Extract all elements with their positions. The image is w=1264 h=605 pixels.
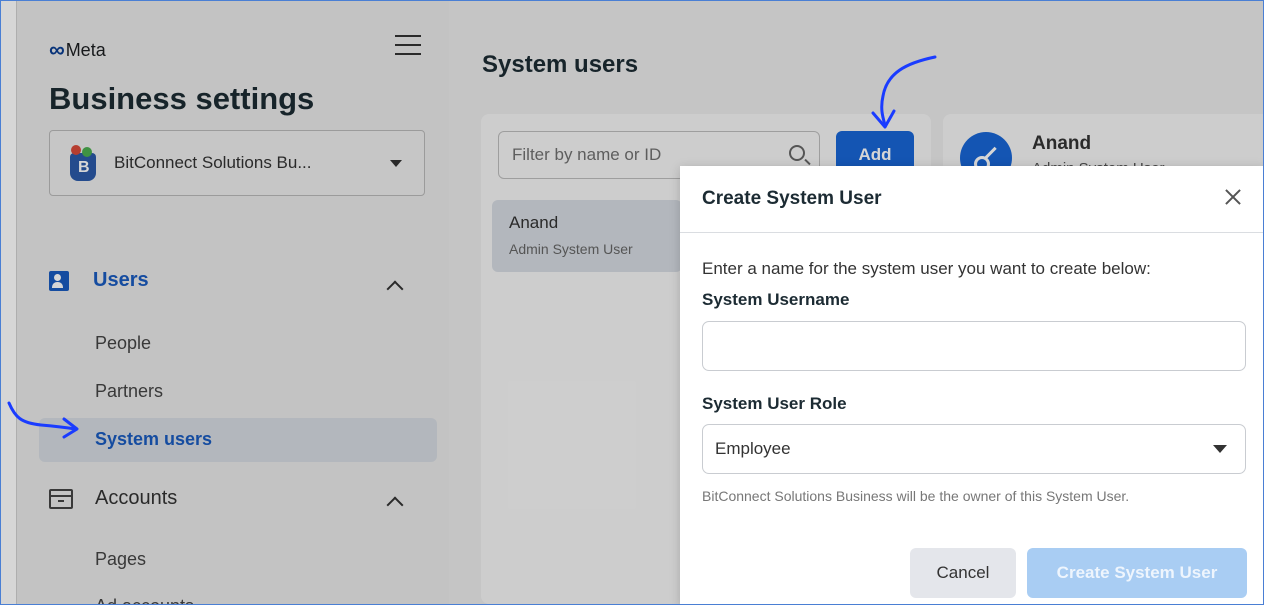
create-system-user-button[interactable]: Create System User <box>1027 548 1247 598</box>
role-select-value: Employee <box>715 439 791 458</box>
dialog-title: Create System User <box>702 188 882 209</box>
dialog-instruction: Enter a name for the system user you wan… <box>702 259 1151 278</box>
system-user-role-select[interactable]: Employee <box>702 424 1246 474</box>
system-username-input[interactable] <box>702 321 1246 371</box>
caret-down-icon <box>1213 445 1227 453</box>
role-label: System User Role <box>702 394 847 413</box>
username-label: System Username <box>702 290 850 309</box>
screenshot-frame: ∞ Meta Business settings B BitConnect So… <box>0 0 1264 605</box>
close-icon[interactable] <box>1220 184 1246 210</box>
dialog-divider <box>680 232 1263 233</box>
create-system-user-dialog: Create System User Enter a name for the … <box>680 166 1263 604</box>
cancel-button[interactable]: Cancel <box>910 548 1016 598</box>
owner-note: BitConnect Solutions Business will be th… <box>702 488 1130 504</box>
